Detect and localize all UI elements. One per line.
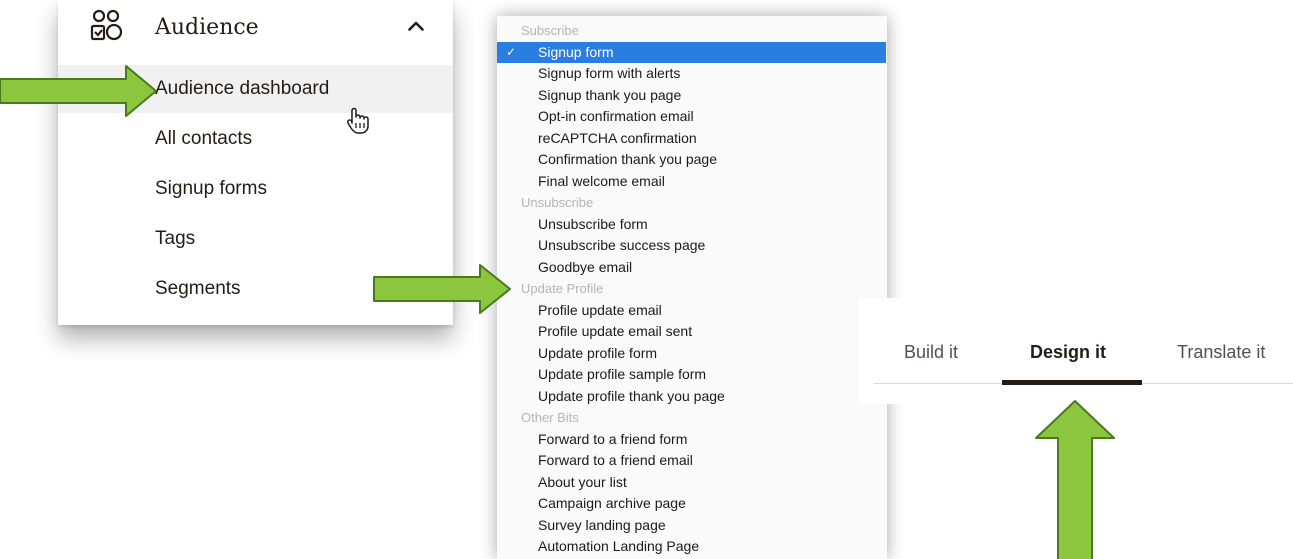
green-arrow-up-icon	[1035, 400, 1115, 559]
option-about-your-list[interactable]: About your list	[497, 472, 887, 494]
audience-menu-header[interactable]: Audience	[58, 0, 453, 60]
option-update-profile-thank-you-page[interactable]: Update profile thank you page	[497, 386, 887, 408]
green-arrow-right-icon	[373, 264, 511, 314]
tab-translate-it[interactable]: Translate it	[1177, 342, 1265, 363]
active-tab-indicator	[1002, 380, 1142, 385]
tab-design-it[interactable]: Design it	[1030, 342, 1106, 363]
option-unsubscribe-success-page[interactable]: Unsubscribe success page	[497, 235, 887, 257]
group-label-update-profile: Update Profile	[521, 281, 604, 296]
group-label-other-bits: Other Bits	[521, 410, 579, 425]
option-confirmation-thank-you-page[interactable]: Confirmation thank you page	[497, 149, 887, 171]
option-profile-update-email-sent[interactable]: Profile update email sent	[497, 321, 887, 343]
option-forward-to-a-friend-email[interactable]: Forward to a friend email	[497, 450, 887, 472]
form-type-dropdown-list[interactable]: Subscribe ✓ Signup form Signup form with…	[497, 16, 887, 559]
option-signup-thank-you-page[interactable]: Signup thank you page	[497, 85, 887, 107]
option-campaign-archive-page[interactable]: Campaign archive page	[497, 493, 887, 515]
option-survey-landing-page[interactable]: Survey landing page	[497, 515, 887, 537]
option-signup-form[interactable]: ✓ Signup form	[497, 41, 886, 63]
group-label-subscribe: Subscribe	[521, 23, 579, 38]
group-label-unsubscribe: Unsubscribe	[521, 195, 594, 210]
option-automation-landing-page[interactable]: Automation Landing Page	[497, 536, 887, 558]
checkmark-icon: ✓	[506, 44, 517, 59]
chevron-up-icon[interactable]	[408, 21, 424, 31]
audience-title: Audience	[155, 15, 259, 40]
green-arrow-right-icon	[0, 65, 157, 117]
tab-build-it[interactable]: Build it	[904, 342, 958, 363]
option-signup-form-with-alerts[interactable]: Signup form with alerts	[497, 63, 887, 85]
option-forward-to-a-friend-form[interactable]: Forward to a friend form	[497, 429, 887, 451]
option-goodbye-email[interactable]: Goodbye email	[497, 257, 887, 279]
menu-item-tags[interactable]: Tags	[58, 215, 453, 263]
option-unsubscribe-form[interactable]: Unsubscribe form	[497, 214, 887, 236]
menu-item-all-contacts[interactable]: All contacts	[58, 115, 453, 163]
option-opt-in-confirmation-email[interactable]: Opt-in confirmation email	[497, 106, 887, 128]
audience-icon	[90, 9, 123, 41]
option-update-profile-sample-form[interactable]: Update profile sample form	[497, 364, 887, 386]
option-final-welcome-email[interactable]: Final welcome email	[497, 171, 887, 193]
editor-tabs-panel: Build it Design it Translate it	[859, 298, 1293, 404]
option-update-profile-form[interactable]: Update profile form	[497, 343, 887, 365]
hand-pointer-cursor-icon	[347, 107, 369, 134]
option-profile-update-email[interactable]: Profile update email	[497, 300, 887, 322]
option-recaptcha-confirmation[interactable]: reCAPTCHA confirmation	[497, 128, 887, 150]
menu-item-signup-forms[interactable]: Signup forms	[58, 165, 453, 213]
